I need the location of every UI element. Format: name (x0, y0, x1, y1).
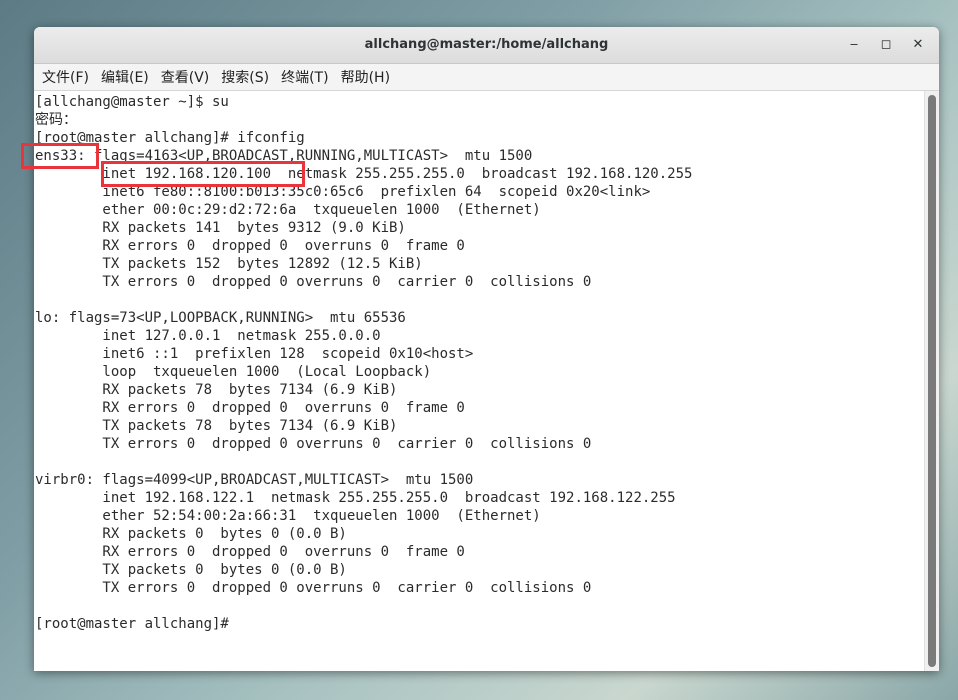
terminal-line: RX errors 0 dropped 0 overruns 0 frame 0 (35, 544, 465, 560)
terminal-line: ether 52:54:00:2a:66:31 txqueuelen 1000 … (35, 508, 541, 524)
terminal-line: [root@master allchang]# (35, 616, 238, 632)
window-title: allchang@master:/home/allchang (364, 37, 609, 52)
menu-help[interactable]: 帮助(H) (335, 67, 396, 87)
highlight-box-ip (101, 161, 305, 187)
terminal-line: TX packets 0 bytes 0 (0.0 B) (35, 562, 347, 578)
terminal-line: lo: flags=73<UP,LOOPBACK,RUNNING> mtu 65… (35, 310, 406, 326)
terminal-line: TX packets 152 bytes 12892 (12.5 KiB) (35, 256, 423, 272)
terminal-line: RX errors 0 dropped 0 overruns 0 frame 0 (35, 238, 465, 254)
menu-view[interactable]: 查看(V) (155, 67, 216, 87)
terminal-line: TX errors 0 dropped 0 overruns 0 carrier… (35, 274, 592, 290)
maximize-icon[interactable]: ◻ (877, 36, 895, 54)
terminal-line: inet6 ::1 prefixlen 128 scopeid 0x10<hos… (35, 346, 474, 362)
menu-terminal[interactable]: 终端(T) (275, 67, 334, 87)
terminal-line: RX packets 0 bytes 0 (0.0 B) (35, 526, 347, 542)
terminal-line: ether 00:0c:29:d2:72:6a txqueuelen 1000 … (35, 202, 541, 218)
title-bar[interactable]: allchang@master:/home/allchang ‒ ◻ ✕ (34, 27, 939, 64)
terminal-line: TX errors 0 dropped 0 overruns 0 carrier… (35, 436, 592, 452)
menu-search[interactable]: 搜索(S) (215, 67, 275, 87)
terminal-line: inet 127.0.0.1 netmask 255.0.0.0 (35, 328, 381, 344)
terminal-line: TX errors 0 dropped 0 overruns 0 carrier… (35, 580, 592, 596)
minimize-icon[interactable]: ‒ (845, 36, 863, 54)
menu-file[interactable]: 文件(F) (36, 67, 95, 87)
terminal-line: RX packets 78 bytes 7134 (6.9 KiB) (35, 382, 398, 398)
scrollbar[interactable] (924, 91, 939, 671)
terminal-line: loop txqueuelen 1000 (Local Loopback) (35, 364, 432, 380)
terminal-line: TX packets 78 bytes 7134 (6.9 KiB) (35, 418, 398, 434)
terminal-line: virbr0: flags=4099<UP,BROADCAST,MULTICAS… (35, 472, 474, 488)
close-icon[interactable]: ✕ (909, 36, 927, 54)
scrollbar-thumb[interactable] (928, 95, 936, 667)
highlight-box-interface (21, 143, 99, 169)
terminal-line: [allchang@master ~]$ su (35, 94, 229, 110)
terminal-line: 密码： (35, 112, 77, 128)
menu-edit[interactable]: 编辑(E) (95, 67, 155, 87)
terminal-line: RX packets 141 bytes 9312 (9.0 KiB) (35, 220, 406, 236)
terminal-line: inet 192.168.122.1 netmask 255.255.255.0… (35, 490, 676, 506)
terminal-window: allchang@master:/home/allchang ‒ ◻ ✕ 文件(… (34, 27, 939, 671)
menu-bar: 文件(F) 编辑(E) 查看(V) 搜索(S) 终端(T) 帮助(H) (34, 64, 939, 91)
terminal-line: RX errors 0 dropped 0 overruns 0 frame 0 (35, 400, 465, 416)
